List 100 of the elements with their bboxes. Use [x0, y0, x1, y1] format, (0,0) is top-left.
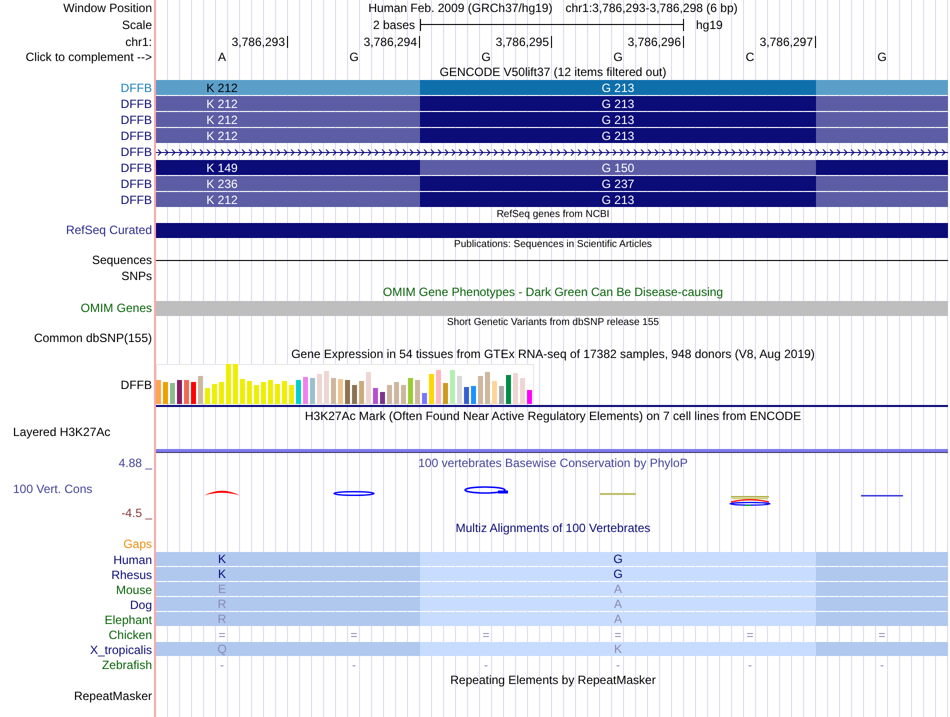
expression-bar [464, 387, 469, 404]
expression-bar [338, 379, 343, 404]
complement-link[interactable]: Click to complement --> [26, 51, 152, 63]
track-label[interactable]: DFFB [120, 82, 152, 94]
expression-bar [457, 376, 462, 404]
track-label[interactable]: Rhesus [111, 568, 152, 580]
expression-bar [275, 384, 280, 404]
amino-acid-label: G 237 [602, 178, 634, 190]
expression-bar [527, 390, 532, 404]
row-label: Window Position [63, 2, 152, 14]
track-label[interactable]: Dog [130, 598, 152, 610]
codon-bar[interactable]: G 213 [420, 80, 816, 95]
track-label[interactable]: DFFB [120, 130, 152, 142]
assembly-title: Human Feb. 2009 (GRCh37/hg19) [368, 2, 552, 14]
expression-bar [408, 378, 413, 404]
expression-bar [198, 376, 203, 404]
track-label[interactable]: Human [113, 554, 152, 566]
ring-icon [333, 491, 375, 496]
track-label[interactable]: DFFB [120, 379, 152, 391]
codon-bar[interactable]: G 237 [420, 176, 816, 191]
codon-bar[interactable] [816, 192, 948, 207]
expression-bar [282, 381, 287, 404]
feature-bar[interactable] [156, 301, 948, 316]
track-label[interactable]: Elephant [104, 614, 152, 626]
alignment-bar[interactable]: G [420, 567, 816, 581]
alignment-bar[interactable] [816, 612, 948, 626]
track-label[interactable]: X_tropicalis [90, 644, 152, 656]
codon-bar[interactable]: G 213 [420, 128, 816, 143]
codon-bar[interactable]: K 236 [156, 176, 420, 191]
alignment-bar[interactable]: G [420, 552, 816, 566]
alignment-bar[interactable] [816, 567, 948, 581]
amino-acid-label: K 149 [206, 162, 238, 174]
scale-length-label: 2 bases [372, 18, 415, 30]
codon-bar[interactable] [816, 80, 948, 95]
codon-bar[interactable]: G 213 [420, 112, 816, 127]
expression-bar [317, 374, 322, 404]
track-label[interactable]: Layered H3K27Ac [13, 425, 110, 439]
track-label[interactable]: DFFB [120, 162, 152, 174]
amino-acid-label: G 213 [602, 98, 634, 110]
codon-bar[interactable]: K 212 [156, 96, 420, 111]
amino-acid-label: G 213 [602, 114, 634, 126]
track-label[interactable]: DFFB [120, 194, 152, 206]
expression-bar [520, 378, 525, 404]
codon-bar[interactable]: K 212 [156, 112, 420, 127]
track-label[interactable]: 100 Vert. Cons [0, 472, 152, 506]
track-label[interactable]: DFFB [120, 98, 152, 110]
track-title: 100 vertebrates Basewise Conservation by PhyloP [418, 457, 688, 469]
track-label[interactable]: DFFB [120, 178, 152, 190]
position-range: chr1:3,786,293-3,786,298 (6 bp) [565, 2, 738, 14]
track-title: Multiz Alignments of 100 Vertebrates [456, 522, 650, 534]
alignment-bar[interactable] [816, 582, 948, 596]
amino-acid-label: G 213 [602, 194, 634, 206]
track-label[interactable]: Common dbSNP(155) [34, 332, 152, 344]
axis-min-label: -4.5 _ [120, 506, 152, 520]
codon-bar[interactable]: K 212 [156, 80, 420, 95]
track-title: OMIM Gene Phenotypes - Dark Green Can Be Disease-causing [382, 286, 724, 298]
chromosome-label: chr1: [125, 36, 152, 48]
track-label[interactable]: SNPs [121, 270, 152, 282]
alignment-bar[interactable]: K [156, 552, 420, 566]
expression-bar [163, 382, 168, 404]
residue-letter: K [218, 568, 226, 580]
track-label[interactable]: OMIM Genes [80, 302, 152, 314]
codon-bar[interactable]: K 212 [156, 192, 420, 207]
codon-bar[interactable]: G 213 [420, 96, 816, 111]
residue-letter: K [218, 553, 226, 565]
codon-bar[interactable]: K 212 [156, 128, 420, 143]
track-label[interactable]: Zebrafish [102, 658, 152, 670]
expression-bar [401, 385, 406, 404]
track-label[interactable]: Chicken [108, 628, 152, 640]
track-label[interactable]: DFFB [120, 114, 152, 126]
feature-bar[interactable] [156, 223, 948, 238]
track-label[interactable]: Sequences [92, 254, 152, 266]
codon-bar[interactable] [816, 160, 948, 175]
track-label[interactable]: RepeatMasker [74, 690, 152, 702]
amino-acid-label: K 212 [206, 114, 238, 126]
amino-acid-label: K 212 [206, 194, 238, 206]
codon-bar[interactable]: K 149 [156, 160, 420, 175]
alignment-bar[interactable] [816, 642, 948, 656]
alignment-bar[interactable] [816, 552, 948, 566]
alignment-mark: = [218, 628, 226, 640]
codon-bar[interactable] [816, 128, 948, 143]
codon-bar[interactable]: G 213 [420, 192, 816, 207]
expression-bar [394, 382, 399, 404]
intron-arrow-line[interactable] [156, 148, 948, 156]
expression-bar [443, 383, 448, 404]
track-label[interactable]: DFFB [120, 146, 152, 158]
assembly-label: hg19 [696, 18, 723, 30]
residue-letter: E [218, 583, 226, 595]
alignment-bar[interactable] [816, 597, 948, 611]
track-label[interactable]: RefSeq Curated [66, 224, 152, 236]
codon-bar[interactable] [816, 176, 948, 191]
codon-bar[interactable]: G 150 [420, 160, 816, 175]
expression-bar [324, 371, 329, 404]
track-label[interactable]: Mouse [116, 584, 152, 596]
alignment-bar[interactable]: K [156, 567, 420, 581]
residue-letter: K [614, 643, 622, 655]
codon-bar[interactable] [816, 96, 948, 111]
codon-bar[interactable] [816, 112, 948, 127]
expression-bar [184, 380, 189, 404]
alignment-mark: - [616, 658, 620, 670]
